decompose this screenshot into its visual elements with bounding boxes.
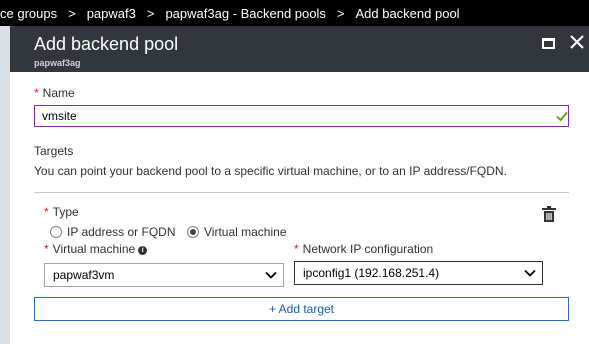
blade-subtitle: papwaf3ag: [34, 58, 81, 68]
network-ip-config-select[interactable]: ipconfig1 (192.168.251.4): [294, 261, 543, 285]
name-label: * Name: [34, 86, 75, 100]
required-mark: *: [294, 242, 299, 256]
virtual-machine-label: * Virtual machine i: [44, 242, 148, 256]
background-blade-strip: [0, 26, 10, 344]
network-ip-label: * Network IP configuration: [294, 242, 433, 256]
virtual-machine-label-text: Virtual machine: [52, 242, 136, 256]
type-option-ip-fqdn[interactable]: IP address or FQDN: [50, 225, 175, 239]
info-icon[interactable]: i: [138, 246, 148, 255]
required-mark: *: [44, 205, 49, 219]
breadcrumb-item-backend-pools[interactable]: papwaf3ag - Backend pools: [165, 6, 325, 21]
breadcrumb-separator: >: [146, 5, 155, 21]
breadcrumb: ce groups > papwaf3 > papwaf3ag - Backen…: [0, 0, 589, 26]
maximize-icon[interactable]: [542, 38, 555, 49]
targets-section-title: Targets: [34, 144, 74, 158]
blade-header: Add backend pool papwaf3ag: [10, 26, 589, 72]
name-label-text: Name: [42, 86, 75, 100]
type-label: * Type: [44, 205, 79, 219]
close-icon[interactable]: [569, 33, 585, 51]
type-label-text: Type: [52, 205, 79, 219]
virtual-machine-value: papwaf3vm: [53, 268, 115, 282]
breadcrumb-separator: >: [68, 5, 76, 21]
required-mark: *: [44, 242, 49, 256]
required-mark: *: [34, 86, 39, 100]
virtual-machine-select[interactable]: papwaf3vm: [44, 263, 284, 287]
breadcrumb-item-papwaf3[interactable]: papwaf3: [87, 6, 136, 21]
chevron-down-icon: [265, 271, 277, 279]
blade-title: Add backend pool: [34, 34, 179, 54]
add-target-button[interactable]: + Add target: [34, 297, 569, 321]
type-option-ip-fqdn-label: IP address or FQDN: [67, 225, 176, 239]
breadcrumb-item-add-backend-pool: Add backend pool: [355, 5, 460, 21]
add-backend-pool-form: * Name vmsite Targets You can point your …: [10, 72, 589, 344]
radio-ip-fqdn[interactable]: [50, 226, 62, 238]
breadcrumb-item-resource-groups[interactable]: ce groups: [0, 6, 57, 21]
checkmark-icon: [556, 111, 568, 122]
network-ip-label-text: Network IP configuration: [302, 242, 434, 256]
type-option-virtual-machine-label: Virtual machine: [204, 225, 287, 239]
radio-virtual-machine[interactable]: [187, 226, 199, 238]
breadcrumb-separator: >: [336, 5, 345, 21]
divider: [34, 192, 569, 193]
targets-description: You can point your backend pool to a spe…: [34, 164, 507, 178]
trash-icon[interactable]: [542, 206, 556, 222]
network-ip-config-value: ipconfig1 (192.168.251.4): [303, 266, 440, 280]
chevron-down-icon: [524, 269, 536, 277]
type-option-virtual-machine[interactable]: Virtual machine: [187, 225, 287, 239]
name-input[interactable]: vmsite: [34, 105, 569, 127]
